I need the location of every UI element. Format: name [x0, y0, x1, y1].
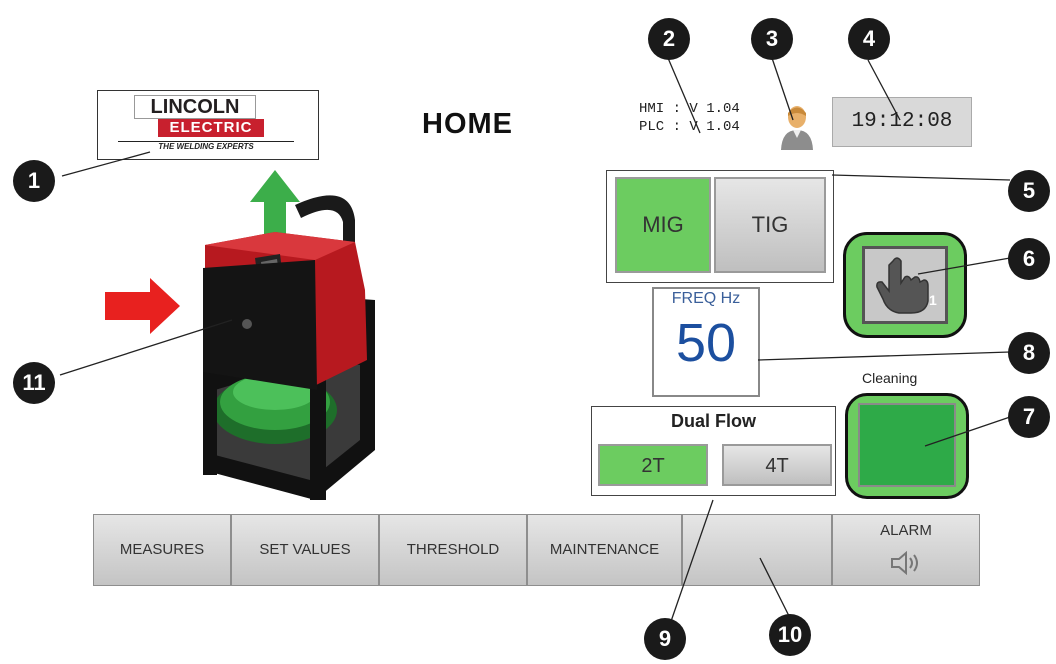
callout-6: 6 [1008, 238, 1050, 280]
callout-2: 2 [648, 18, 690, 60]
callout-9: 9 [644, 618, 686, 660]
callout-4: 4 [848, 18, 890, 60]
callout-11: 11 [13, 362, 55, 404]
callout-8: 8 [1008, 332, 1050, 374]
callout-10: 10 [769, 614, 811, 656]
callout-7: 7 [1008, 396, 1050, 438]
callout-leader-lines [59, 57, 1011, 631]
callout-1: 1 [13, 160, 55, 202]
callout-3: 3 [751, 18, 793, 60]
callout-5: 5 [1008, 170, 1050, 212]
